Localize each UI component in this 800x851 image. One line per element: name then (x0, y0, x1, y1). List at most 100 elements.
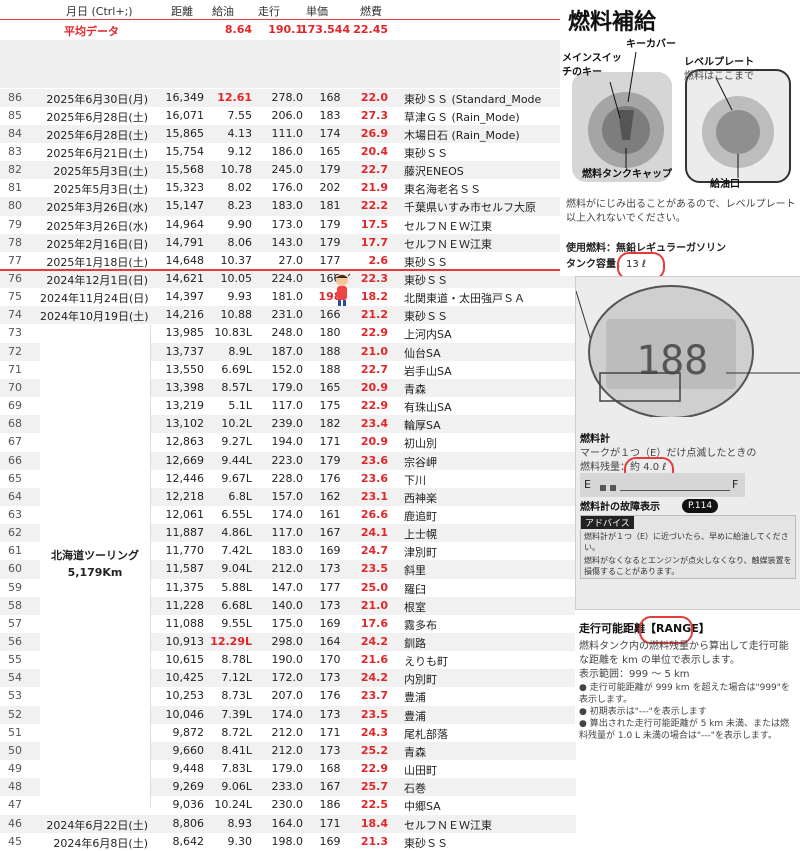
cell-eff: 23.7 (360, 689, 388, 703)
range-bullet-2: ● 初期表示は"---"を表示します (579, 707, 707, 717)
cell-unit: 169 (319, 544, 341, 558)
label-level-plate: レベルプレート (684, 57, 754, 68)
header-unit[interactable]: 単価 (306, 3, 328, 19)
range-desc: 燃料タンク内の燃料残量から算出して走行可能な距離を km の単位で表示します。 (579, 641, 789, 666)
cell-eff: 24.2 (360, 635, 388, 648)
hokkaido-label: 北海道ツーリング 5,179Km (40, 547, 150, 581)
cell-trip: 117.0 (271, 526, 304, 540)
cell-fuel: 9.67L (221, 471, 252, 485)
cell-unit: 161 (319, 507, 341, 521)
table-row[interactable]: 79 2025年3月26日(水) 14,964 9.90 173.0 179 17.5 セルフ… (0, 215, 576, 234)
header-fuel[interactable]: 給油 (212, 3, 234, 19)
fault-ref: P.114 (682, 499, 719, 513)
cell-no: 61 (8, 544, 22, 558)
merged-cell-hokkaido[interactable]: 北海道ツーリング 5,179Km (40, 325, 151, 808)
cell-no: 52 (8, 707, 22, 721)
table-row[interactable]: 46 2024年6月22日(土) 8,806 8.93 164.0 171 18.4 セルフＮ… (0, 814, 576, 833)
cell-no: 86 (8, 90, 22, 104)
cell-unit: 173 (319, 598, 341, 612)
cell-fuel: 9.06L (221, 780, 252, 794)
cell-fuel: 8.78L (221, 653, 252, 667)
spreadsheet[interactable]: 月日 (Ctrl+;) 距離 給油 走行 単価 燃費 平均データ 8.64 19… (0, 0, 576, 851)
table-row[interactable]: 78 2025年2月16日(日) 14,791 8.06 143.0 179 17.7 セルフ… (0, 233, 576, 252)
cell-trip: 212.0 (271, 562, 304, 576)
average-label: 平均データ (64, 25, 119, 38)
table-row[interactable]: 80 2025年3月26日(水) 15,147 8.23 183.0 181 22.2 千葉県… (0, 197, 576, 216)
cell-unit: 162 (319, 489, 341, 503)
cell-place: 仙台SA (404, 346, 441, 360)
cell-fuel: 10.83L (214, 326, 252, 340)
cell-fuel: 4.13 (227, 126, 253, 140)
table-row[interactable]: 82 2025年5月3日(土) 15,568 10.78 245.0 179 22.7 藤沢E… (0, 161, 576, 180)
header-eff[interactable]: 燃費 (360, 3, 382, 19)
cell-no: 49 (8, 762, 22, 776)
table-row[interactable]: 74 2024年10月19日(土) 14,216 10.88 231.0 166 21.2 東… (0, 306, 576, 325)
cell-trip: 179.0 (271, 762, 304, 776)
cell-unit: 173 (319, 743, 341, 757)
cell-place: 根室 (404, 600, 426, 614)
cell-date: 2025年1月18日(土) (46, 255, 148, 269)
cell-dist: 15,865 (165, 126, 205, 140)
cell-place: 鹿追町 (404, 509, 437, 523)
cell-trip: 111.0 (271, 126, 304, 140)
cell-fuel: 8.73L (221, 689, 252, 703)
table-row[interactable]: 85 2025年6月28日(土) 16,071 7.55 206.0 183 27.3 草津Ｇ… (0, 106, 576, 125)
cell-no: 77 (8, 253, 22, 267)
gauge-e: E (584, 478, 591, 491)
gauge-line (620, 490, 730, 491)
cell-trip: 183.0 (271, 199, 304, 213)
header-date[interactable]: 月日 (Ctrl+;) (66, 3, 133, 19)
cell-no: 58 (8, 598, 22, 612)
average-row[interactable]: 平均データ 8.64 190.1 173.544 22.45 (0, 19, 576, 41)
cell-place: 山田町 (404, 764, 437, 778)
cell-dist: 14,964 (165, 217, 205, 231)
table-row[interactable]: 45 2024年6月8日(土) 8,642 9.30 198.0 169 21.3 東砂ＳＳ (0, 832, 576, 851)
cell-date: 2024年12月1日(日) (46, 274, 148, 287)
cell-place: 輪厚SA (404, 419, 441, 433)
cell-place: 千葉県いすみ市セルフ大原 (404, 201, 536, 215)
label-fuel-cap: 燃料タンクキャップ (582, 169, 672, 180)
average-eff: 22.45 (353, 23, 388, 36)
cell-trip: 181.0 (271, 290, 304, 304)
table-row[interactable]: 75 2024年11月24日(日) 14,397 9.93 181.0 198 18.2 北関… (0, 288, 576, 307)
cell-unit: 174 (319, 126, 341, 140)
cell-trip: 298.0 (271, 635, 304, 648)
table-row[interactable]: 77 2025年1月18日(土) 14,648 10.37 27.0 177 2.6 東砂ＳＳ (0, 251, 576, 270)
cell-fuel: 8.06 (227, 235, 253, 249)
table-row[interactable]: 84 2025年6月28日(土) 15,865 4.13 111.0 174 26.9 木場日… (0, 124, 576, 143)
cell-dist: 13,550 (165, 362, 205, 376)
cell-unit: 181 (319, 199, 341, 213)
cell-dist: 10,425 (165, 671, 205, 685)
cell-unit: 182 (319, 417, 341, 431)
cell-eff: 21.2 (360, 308, 388, 322)
cell-dist: 12,218 (165, 489, 205, 503)
cell-no: 51 (8, 725, 22, 739)
cell-trip: 186.0 (271, 144, 304, 158)
header-trip[interactable]: 走行 (258, 3, 280, 19)
header-dist[interactable]: 距離 (171, 3, 193, 19)
cell-dist: 14,397 (165, 290, 205, 304)
cell-no: 60 (8, 562, 22, 576)
cell-dist: 8,806 (172, 816, 205, 830)
table-row[interactable]: 81 2025年5月3日(土) 15,323 8.02 176.0 202 21.9 東名海老… (0, 179, 576, 198)
table-row[interactable]: 86 2025年6月30日(月) 16,349 12.61 278.0 168 22.0 東砂… (0, 88, 576, 107)
cell-place: 豊浦 (404, 709, 426, 723)
cell-eff: 20.9 (360, 380, 388, 394)
table-row[interactable]: 76 2024年12月1日(日) 14,621 10.05 224.0 166 22.3 東砂… (0, 270, 576, 289)
worried-person-icon (333, 273, 351, 306)
cell-eff: 24.1 (360, 526, 388, 540)
cell-place: 津別町 (404, 546, 437, 560)
cell-trip: 278.0 (271, 90, 304, 104)
table-row[interactable]: 83 2025年6月21日(土) 15,754 9.12 186.0 165 20.4 東砂Ｓ… (0, 142, 576, 162)
cell-fuel: 5.88L (221, 580, 252, 594)
cell-no: 85 (8, 108, 22, 122)
cell-trip: 147.0 (271, 580, 304, 594)
cell-place: 有珠山SA (404, 401, 452, 415)
cell-place: 北関東道・太田強戸ＳＡ (404, 292, 525, 306)
cell-no: 47 (8, 798, 22, 812)
cell-dist: 16,071 (165, 108, 205, 122)
cell-trip: 27.0 (278, 253, 304, 267)
cell-fuel: 10.88 (220, 308, 253, 322)
cell-trip: 206.0 (271, 108, 304, 122)
cell-eff: 22.5 (360, 798, 388, 812)
